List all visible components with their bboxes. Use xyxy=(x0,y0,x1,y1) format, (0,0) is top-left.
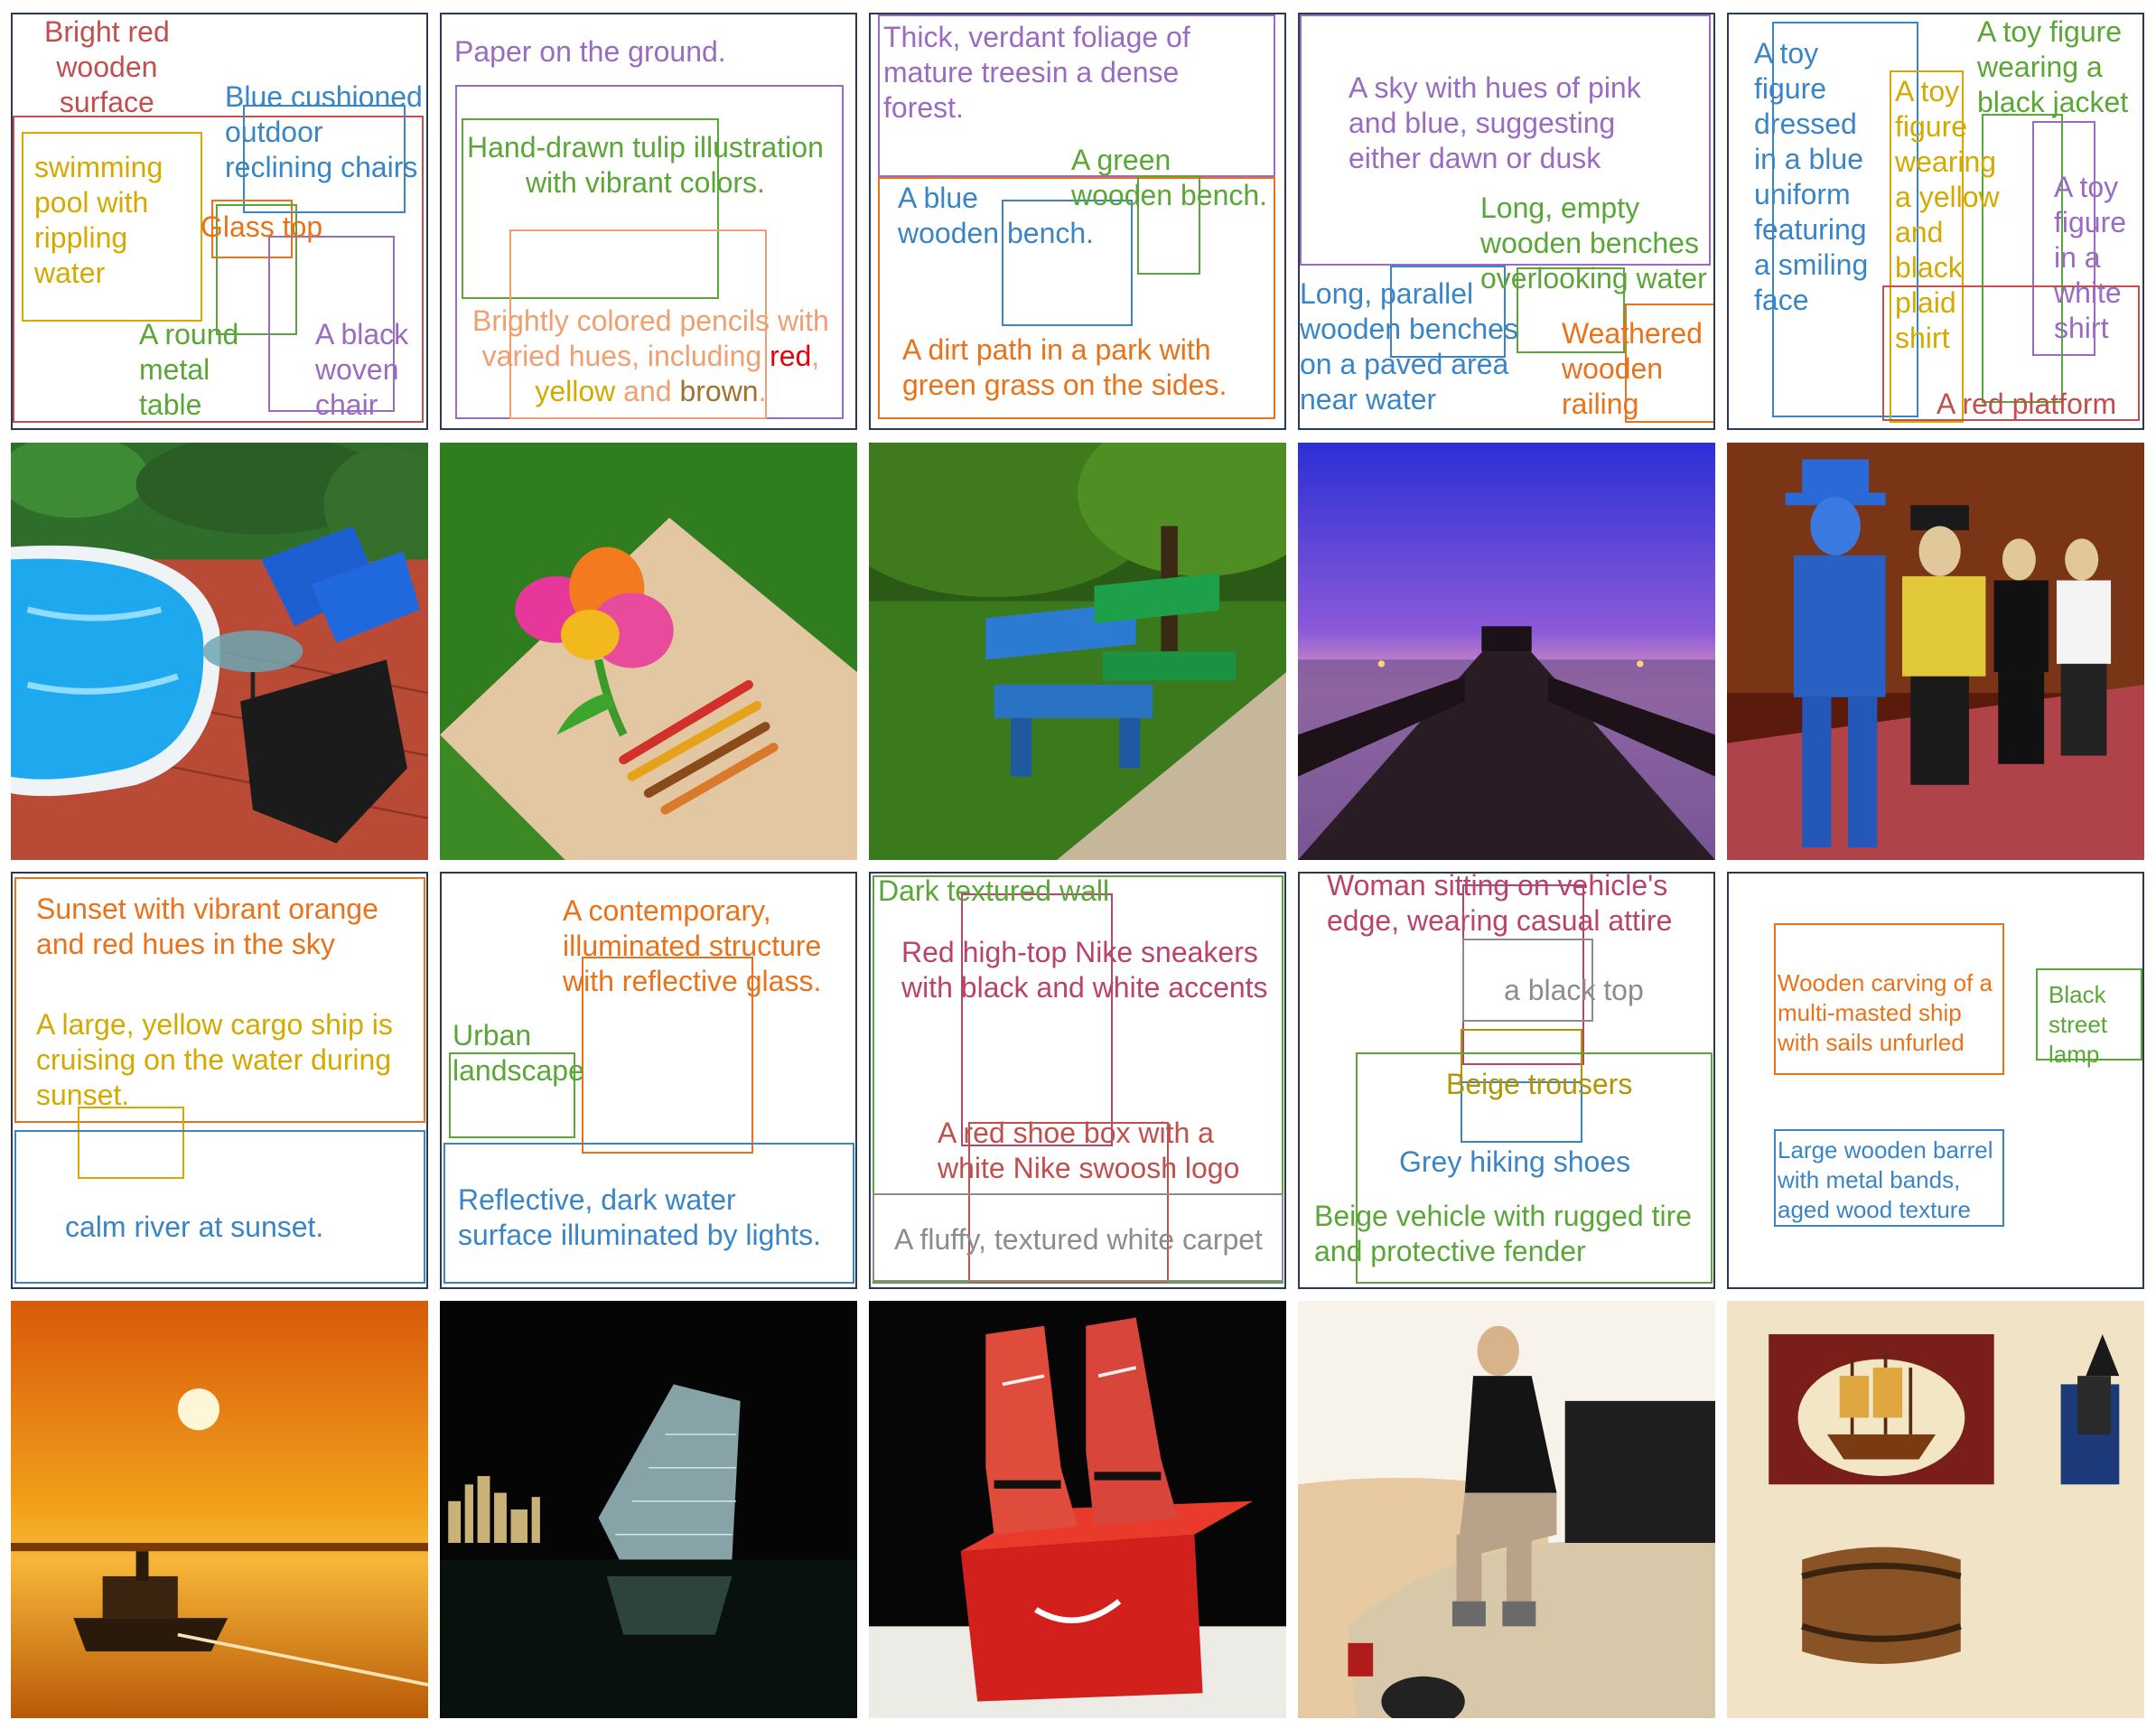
label: Red high-top Nike sneakers with black an… xyxy=(901,936,1268,1004)
label: A toy figure wearing a yellow and black … xyxy=(1895,75,2000,354)
layout-panel-park: Thick, verdant foliage of mature treesin… xyxy=(869,13,1286,430)
layout-panel-nike: Dark textured wall Red high-top Nike sne… xyxy=(869,872,1286,1289)
label: Dark textured wall xyxy=(878,874,1110,907)
label: Beige trousers xyxy=(1446,1068,1633,1100)
label: Thick, verdant foliage of mature treesin… xyxy=(883,21,1190,124)
label: Sunset with vibrant orange and red hues … xyxy=(36,893,378,960)
toy-figures-icon xyxy=(1727,443,2144,860)
bbox-magenta xyxy=(961,893,1113,1146)
label: Blue cushioned outdoor reclining chairs xyxy=(225,80,423,183)
layout-panel-pier: A sky with hues of pink and blue, sugges… xyxy=(1298,13,1715,430)
tulip-drawing-icon xyxy=(440,443,857,860)
label: A toy figure wearing a black jacket xyxy=(1977,15,2129,118)
label: A black woven chair xyxy=(315,318,409,421)
label: A blue wooden bench. xyxy=(898,182,1095,249)
label: A round metal table xyxy=(139,318,239,421)
label: A red shoe box with a white Nike swoosh … xyxy=(938,1117,1240,1184)
label: A toy figure dressed in a blue uniform f… xyxy=(1754,37,1869,316)
label: A contemporary, illuminated structure wi… xyxy=(563,894,822,997)
label: A dirt path in a park with green grass o… xyxy=(902,333,1227,401)
woman-on-vehicle-icon xyxy=(1298,1301,1715,1718)
label: Weathered wooden railing xyxy=(1562,317,1703,420)
layout-panel-pool: Bright red wooden surface Blue cushioned… xyxy=(11,13,428,430)
label: Reflective, dark water surface illuminat… xyxy=(458,1183,821,1251)
label: Brightly colored pencils with varied hue… xyxy=(472,304,829,407)
label: Paper on the ground. xyxy=(454,35,726,68)
label: Woman sitting on vehicle's edge, wearing… xyxy=(1327,872,1673,937)
label: a black top xyxy=(1504,974,1644,1006)
layout-panel-sunset: Sunset with vibrant orange and red hues … xyxy=(11,872,428,1289)
label: Long, parallel wooden benches on a paved… xyxy=(1300,277,1518,416)
pool-scene-icon xyxy=(11,443,428,860)
label: Beige vehicle with rugged tire and prote… xyxy=(1314,1200,1693,1267)
label: Hand-drawn tulip illustration with vibra… xyxy=(467,131,824,199)
glass-building-night-icon xyxy=(440,1301,857,1718)
label: calm river at sunset. xyxy=(65,1210,324,1243)
ship-carving-barrel-icon xyxy=(1727,1301,2144,1718)
label: swimming pool with rippling water xyxy=(34,151,163,289)
label: Bright red wooden surface xyxy=(44,15,170,118)
nike-sneakers-box-icon xyxy=(869,1301,1286,1718)
layout-panel-tulip: Paper on the ground. Hand-drawn tulip il… xyxy=(440,13,857,430)
label: Glass top xyxy=(201,210,323,243)
layout-panel-woman: Woman sitting on vehicle's edge, wearing… xyxy=(1298,872,1715,1289)
label: A sky with hues of pink and blue, sugges… xyxy=(1349,71,1641,174)
label: A toy figure in a white shirt xyxy=(2054,171,2127,344)
label: Large wooden barrel with metal bands, ag… xyxy=(1778,1136,1993,1223)
label: Urban landscape xyxy=(453,1019,584,1087)
cargo-ship-sunset-icon xyxy=(11,1301,428,1718)
park-benches-icon xyxy=(869,443,1286,860)
label: Black street lamp xyxy=(2049,981,2108,1068)
label: A red platform xyxy=(1937,388,2117,420)
pier-dusk-icon xyxy=(1298,443,1715,860)
label: A fluffy, textured white carpet xyxy=(894,1223,1263,1256)
label: Grey hiking shoes xyxy=(1399,1145,1631,1178)
label: A green wooden bench. xyxy=(1071,144,1268,211)
layout-panel-ship: Wooden carving of a multi-masted ship wi… xyxy=(1727,872,2144,1289)
layout-panel-city: A contemporary, illuminated structure wi… xyxy=(440,872,857,1289)
bbox-blue xyxy=(14,1130,425,1284)
label: A large, yellow cargo ship is cruising o… xyxy=(36,1008,393,1111)
label: Wooden carving of a multi-masted ship wi… xyxy=(1778,969,1993,1056)
layout-panel-toys: A toy figure dressed in a blue uniform f… xyxy=(1727,13,2144,430)
